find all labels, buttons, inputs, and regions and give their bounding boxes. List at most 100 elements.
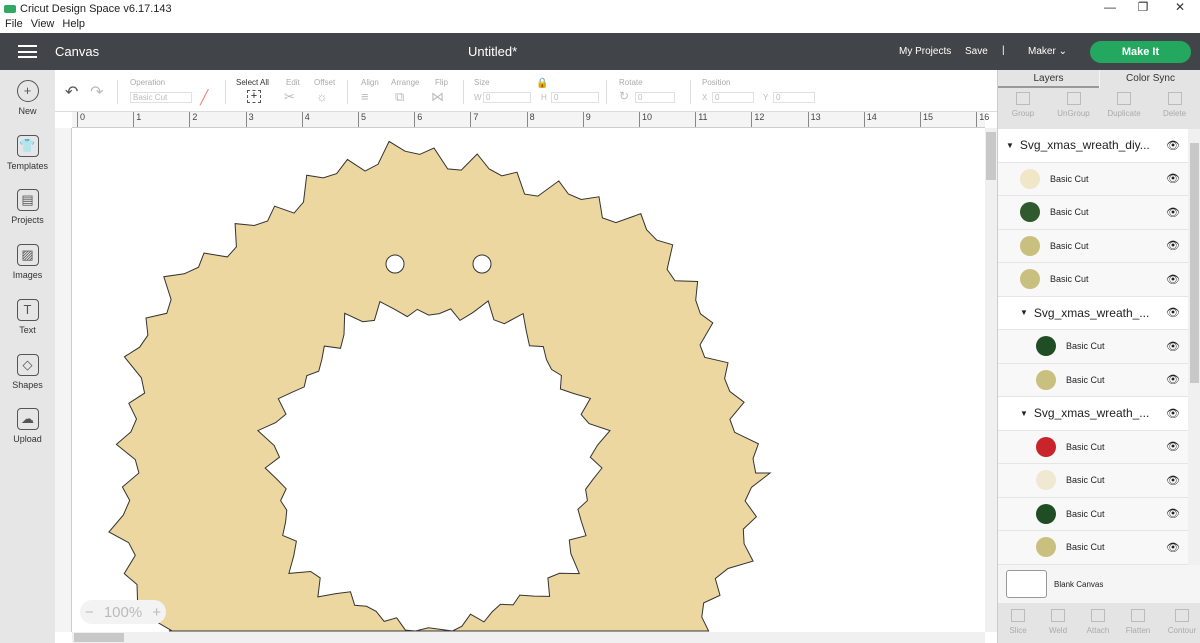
- rotate-input[interactable]: 0: [635, 92, 675, 103]
- slice-button[interactable]: Slice: [998, 609, 1038, 635]
- zoom-in-button[interactable]: +: [152, 604, 161, 621]
- sidebar-item-projects[interactable]: ▤ Projects: [0, 189, 55, 225]
- canvas-horizontal-scrollbar[interactable]: [72, 632, 985, 643]
- templates-icon: 👕: [16, 134, 39, 157]
- expand-caret-icon[interactable]: ▼: [1020, 308, 1028, 317]
- machine-select[interactable]: Maker ⌄: [1028, 46, 1067, 57]
- blank-canvas-swatch[interactable]: [1006, 570, 1047, 598]
- expand-caret-icon[interactable]: ▼: [1006, 141, 1014, 150]
- weld-button[interactable]: Weld: [1038, 609, 1078, 635]
- layer-item[interactable]: Basic Cut 👁: [998, 497, 1188, 531]
- layer-item[interactable]: Basic Cut 👁: [998, 196, 1188, 230]
- menu-file[interactable]: File: [5, 18, 23, 33]
- attach-button[interactable]: Attach: [1078, 609, 1118, 635]
- wreath-image[interactable]: [72, 128, 985, 632]
- layer-item[interactable]: Basic Cut 👁: [998, 229, 1188, 263]
- action-label: Duplicate: [1107, 109, 1141, 118]
- flip-icon[interactable]: ⋈: [431, 89, 444, 105]
- sidebar-item-upload[interactable]: ☁ Upload: [0, 408, 55, 444]
- linetype-color-icon[interactable]: ╱: [200, 89, 208, 106]
- save-button[interactable]: Save: [965, 46, 988, 57]
- close-button[interactable]: ✕: [1165, 0, 1195, 18]
- redo-icon[interactable]: ↷: [90, 82, 103, 102]
- make-it-button[interactable]: Make It: [1090, 41, 1191, 63]
- layer-item[interactable]: Basic Cut 👁: [998, 263, 1188, 297]
- minimize-button[interactable]: —: [1095, 0, 1125, 18]
- flip-label[interactable]: Flip: [435, 78, 448, 87]
- flatten-button[interactable]: Flatten: [1118, 609, 1158, 635]
- offset-icon[interactable]: ☼: [316, 89, 328, 104]
- sidebar-item-new[interactable]: + New: [0, 80, 55, 116]
- operation-select[interactable]: Basic Cut: [130, 92, 192, 103]
- maximize-button[interactable]: ❐: [1128, 0, 1158, 18]
- canvas-vertical-scrollbar[interactable]: [985, 128, 997, 632]
- edit-icon[interactable]: ✂: [284, 89, 295, 105]
- duplicate-button[interactable]: Duplicate: [1099, 92, 1149, 118]
- menu-help[interactable]: Help: [62, 18, 85, 33]
- sidebar-item-label: New: [18, 106, 37, 116]
- layer-label: Basic Cut: [1066, 341, 1105, 352]
- sidebar-item-images[interactable]: ▨ Images: [0, 244, 55, 280]
- zoom-out-button[interactable]: −: [85, 604, 94, 621]
- layer-group[interactable]: ▼Svg_xmas_wreath_...👁: [998, 564, 1188, 565]
- sidebar-item-text[interactable]: T Text: [0, 298, 55, 335]
- eye-icon[interactable]: 👁: [1166, 172, 1180, 185]
- eye-icon[interactable]: 👁: [1166, 340, 1180, 353]
- layer-item[interactable]: Basic Cut 👁: [998, 330, 1188, 364]
- eye-icon[interactable]: 👁: [1166, 273, 1180, 286]
- align-icon[interactable]: ≡: [361, 89, 369, 104]
- layer-group[interactable]: ▼Svg_xmas_wreath_...👁: [998, 397, 1188, 431]
- layers-scrollbar[interactable]: [1188, 129, 1200, 565]
- layer-label: Svg_xmas_wreath_...: [1033, 305, 1150, 320]
- hamburger-menu-icon[interactable]: [18, 45, 37, 58]
- tab-layers[interactable]: Layers: [998, 70, 1099, 88]
- undo-icon[interactable]: ↶: [65, 82, 78, 102]
- chevron-down-icon: ⌄: [1058, 46, 1067, 57]
- expand-caret-icon[interactable]: ▼: [1020, 409, 1028, 418]
- flatten-icon: [1131, 609, 1145, 622]
- eye-icon[interactable]: 👁: [1166, 440, 1180, 453]
- eye-icon[interactable]: 👁: [1166, 373, 1180, 386]
- sidebar-item-shapes[interactable]: ◇ Shapes: [0, 353, 55, 390]
- layer-label: Basic Cut: [1066, 475, 1105, 486]
- layer-item[interactable]: Basic Cut 👁: [998, 363, 1188, 397]
- eye-icon[interactable]: 👁: [1166, 306, 1180, 319]
- ungroup-button[interactable]: UnGroup: [1049, 92, 1099, 118]
- offset-label[interactable]: Offset: [314, 78, 335, 87]
- contour-button[interactable]: Contour: [1162, 609, 1200, 635]
- group-button[interactable]: Group: [998, 92, 1048, 118]
- layer-item[interactable]: Basic Cut 👁: [998, 162, 1188, 196]
- design-canvas[interactable]: [72, 128, 985, 632]
- eye-icon[interactable]: 👁: [1166, 541, 1180, 554]
- eye-icon[interactable]: 👁: [1166, 407, 1180, 420]
- menu-view[interactable]: View: [31, 18, 55, 33]
- tab-color-sync[interactable]: Color Sync: [1100, 70, 1200, 88]
- select-all-label[interactable]: Select All: [236, 78, 269, 87]
- x-input[interactable]: 0: [712, 92, 754, 103]
- edit-label[interactable]: Edit: [286, 78, 300, 87]
- delete-button[interactable]: Delete: [1150, 92, 1200, 118]
- layer-item[interactable]: Basic Cut 👁: [998, 464, 1188, 498]
- eye-icon[interactable]: 👁: [1166, 139, 1180, 152]
- my-projects-link[interactable]: My Projects: [899, 46, 951, 57]
- sidebar-item-templates[interactable]: 👕 Templates: [0, 134, 55, 171]
- height-input[interactable]: 0: [551, 92, 599, 103]
- eye-icon[interactable]: 👁: [1166, 206, 1180, 219]
- select-all-icon[interactable]: +: [247, 90, 261, 103]
- layer-item[interactable]: Basic Cut 👁: [998, 531, 1188, 565]
- arrange-icon[interactable]: ⧉: [395, 89, 404, 105]
- width-input[interactable]: 0: [483, 92, 531, 103]
- layer-group[interactable]: ▼ Svg_xmas_wreath_diy... 👁: [998, 129, 1188, 163]
- ruler-tick: 1: [133, 112, 141, 127]
- projects-icon: ▤: [16, 189, 39, 212]
- layer-item[interactable]: Basic Cut 👁: [998, 430, 1188, 464]
- y-input[interactable]: 0: [773, 92, 815, 103]
- eye-icon[interactable]: 👁: [1166, 239, 1180, 252]
- eye-icon[interactable]: 👁: [1166, 507, 1180, 520]
- layer-group[interactable]: ▼ Svg_xmas_wreath_... 👁: [998, 296, 1188, 330]
- arrange-label[interactable]: Arrange: [391, 78, 419, 87]
- lock-icon[interactable]: 🔒: [536, 78, 548, 89]
- eye-icon[interactable]: 👁: [1166, 474, 1180, 487]
- align-label[interactable]: Align: [361, 78, 379, 87]
- wreath-shape[interactable]: [108, 140, 772, 632]
